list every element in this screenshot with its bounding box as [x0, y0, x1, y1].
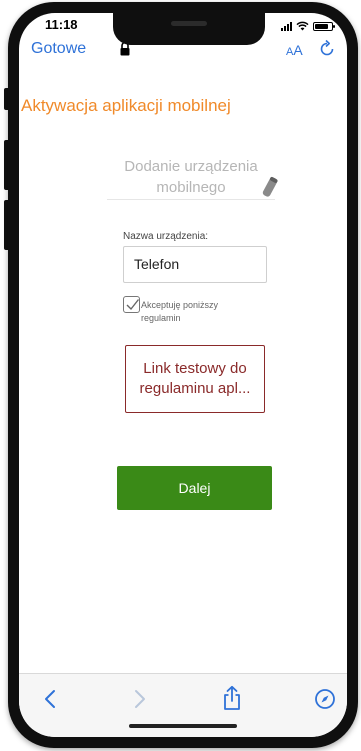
- text-size-button[interactable]: AA: [286, 42, 303, 58]
- device-title-divider: [107, 199, 275, 200]
- done-button[interactable]: Gotowe: [31, 40, 86, 58]
- share-icon[interactable]: [221, 685, 243, 711]
- status-icons: [281, 21, 335, 31]
- battery-icon: [313, 21, 335, 31]
- phone-frame: 11:18 Gotowe AA Aktywacja aplikacji mobi…: [8, 2, 358, 748]
- accept-terms-label: Akceptuję poniższy regulamin: [141, 300, 219, 323]
- accept-terms-checkbox[interactable]: [123, 296, 140, 313]
- signal-icon: [281, 21, 292, 31]
- home-indicator: [129, 724, 237, 728]
- device-name-input[interactable]: Telefon: [123, 246, 267, 283]
- device-name-label: Nazwa urządzenia:: [123, 231, 209, 242]
- device-section-title: Dodanie urządzenia mobilnego: [124, 158, 258, 196]
- page-title: Aktywacja aplikacji mobilnej: [21, 96, 231, 115]
- forward-icon[interactable]: [128, 688, 150, 710]
- status-time: 11:18: [45, 17, 78, 32]
- reload-icon[interactable]: [318, 39, 336, 57]
- phone-screen: 11:18 Gotowe AA Aktywacja aplikacji mobi…: [19, 13, 347, 737]
- back-icon[interactable]: [40, 688, 62, 710]
- compass-icon[interactable]: [314, 688, 336, 710]
- text-size-large-label: A: [293, 42, 303, 58]
- checkmark-icon: [126, 299, 140, 311]
- eraser-icon[interactable]: [262, 174, 278, 200]
- next-button[interactable]: Dalej: [117, 466, 272, 510]
- speaker-grille: [171, 21, 207, 26]
- notch: [113, 13, 265, 45]
- wifi-icon: [296, 21, 309, 31]
- terms-link[interactable]: Link testowy do regulaminu apl...: [125, 345, 265, 413]
